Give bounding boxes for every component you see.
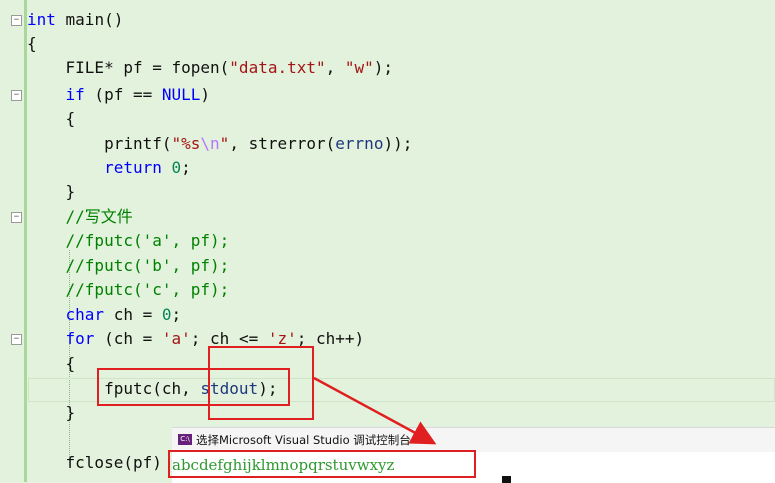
comment: //fputc('a', pf); xyxy=(65,231,230,250)
code-text: } xyxy=(27,182,76,201)
code-line: { xyxy=(27,32,37,56)
console-title-bar[interactable]: C:\ 选择Microsoft Visual Studio 调试控制台 xyxy=(172,428,775,452)
fold-collapse-icon[interactable]: − xyxy=(11,334,22,345)
keyword: int xyxy=(27,10,56,29)
code-text: (pf == xyxy=(84,85,162,104)
comment: //fputc('c', pf); xyxy=(65,280,230,299)
number-literal: 0 xyxy=(171,158,182,177)
code-text: ch = xyxy=(104,305,162,324)
code-editor[interactable]: − − − − int main() { FILE* pf = fopen("d… xyxy=(0,0,775,482)
string-literal: "data.txt" xyxy=(229,58,326,77)
code-text: { xyxy=(27,354,76,373)
fold-collapse-icon[interactable]: − xyxy=(11,15,22,26)
escape-sequence: \n xyxy=(200,134,220,153)
code-line: printf("%s\n", strerror(errno)); xyxy=(27,132,412,156)
code-text: ; xyxy=(181,158,191,177)
macro: NULL xyxy=(161,85,201,104)
keyword: return xyxy=(104,158,162,177)
code-text: printf( xyxy=(104,134,172,153)
code-text: fclose(pf) xyxy=(27,453,162,472)
code-text: , strerror( xyxy=(229,134,336,153)
code-text: { xyxy=(27,34,37,53)
fold-collapse-icon[interactable]: − xyxy=(11,212,22,223)
code-line: //fputc('b', pf); xyxy=(27,254,230,278)
code-line: char ch = 0; xyxy=(27,303,182,327)
console-title: 选择Microsoft Visual Studio 调试控制台 xyxy=(196,433,411,447)
code-text: ; xyxy=(171,305,182,324)
editor-gutter xyxy=(0,0,22,482)
code-text: } xyxy=(27,403,76,422)
code-line: if (pf == NULL) xyxy=(27,83,211,107)
code-text: ); xyxy=(373,58,394,77)
keyword: if xyxy=(65,85,85,104)
console-app-icon: C:\ xyxy=(178,434,192,445)
code-line: } xyxy=(27,180,76,204)
code-text: , xyxy=(325,58,345,77)
comment: //fputc('b', pf); xyxy=(65,256,230,275)
code-line: //fputc('a', pf); xyxy=(27,229,230,253)
code-text: { xyxy=(27,109,76,128)
code-line: FILE* pf = fopen("data.txt", "w"); xyxy=(27,56,394,80)
code-line: fclose(pf) xyxy=(27,451,162,475)
code-line: { xyxy=(27,107,76,131)
variable: errno xyxy=(335,134,384,153)
char-literal: 'a' xyxy=(161,329,191,348)
code-line: { xyxy=(27,352,76,376)
code-line: return 0; xyxy=(27,156,191,180)
code-text: ) xyxy=(200,85,211,104)
code-line: int main() xyxy=(27,8,123,32)
code-text: main() xyxy=(55,10,124,29)
string-literal: " xyxy=(219,134,230,153)
code-text: )); xyxy=(383,134,413,153)
keyword: char xyxy=(65,305,105,324)
code-line: //写文件 xyxy=(27,205,133,229)
number-literal: 0 xyxy=(161,305,172,324)
keyword: for xyxy=(65,329,95,348)
code-line: //fputc('c', pf); xyxy=(27,278,230,302)
fold-collapse-icon[interactable]: − xyxy=(11,90,22,101)
code-text: (ch = xyxy=(94,329,162,348)
comment: //写文件 xyxy=(65,207,133,226)
code-text: FILE* pf = fopen( xyxy=(27,58,230,77)
string-literal: "w" xyxy=(344,58,374,77)
string-literal: "%s xyxy=(171,134,201,153)
annotation-box-stdout xyxy=(208,346,314,420)
code-line: } xyxy=(27,401,76,425)
annotation-box-output xyxy=(168,450,476,478)
